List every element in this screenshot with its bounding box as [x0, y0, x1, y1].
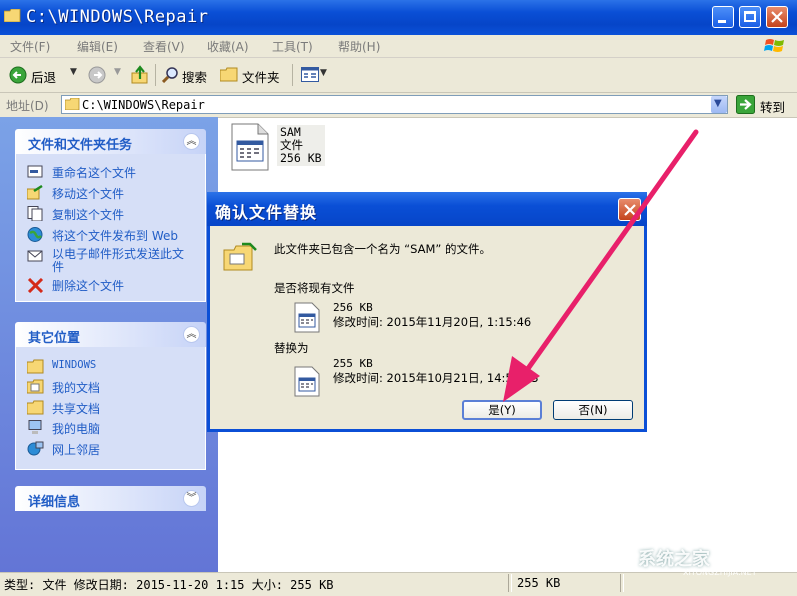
watermark-url: XITONGZHIJIA.NET [683, 568, 757, 577]
status-separator [620, 574, 624, 592]
status-details: 类型: 文件 修改日期: 2015-11-20 1:15 大小: 255 KB [4, 578, 334, 592]
annotation-arrow [503, 129, 699, 402]
status-size: 255 KB [517, 576, 561, 590]
status-separator [508, 574, 512, 592]
